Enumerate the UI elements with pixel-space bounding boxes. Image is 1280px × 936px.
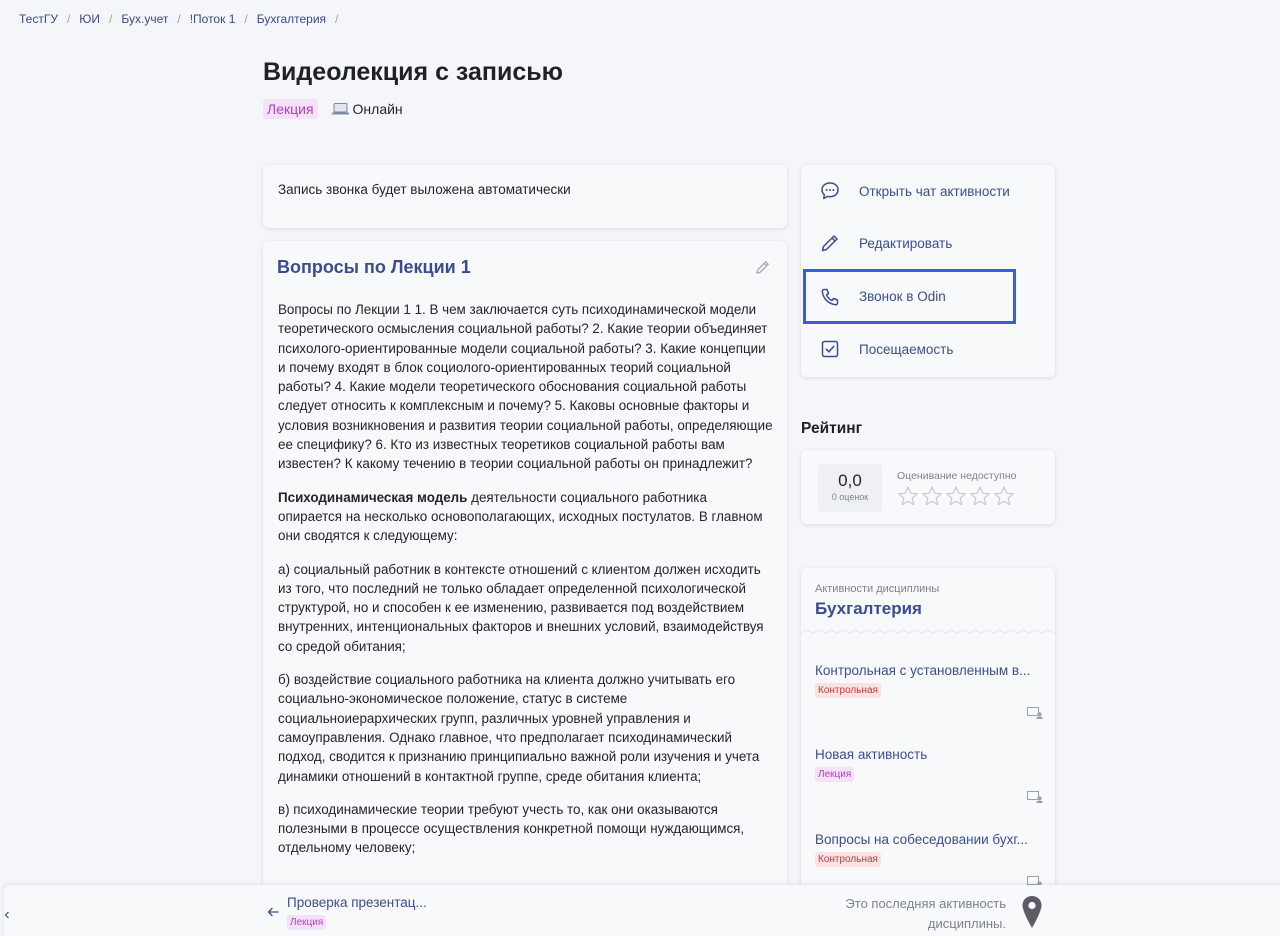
rating-card: 0,0 0 оценок Оценивание недоступно xyxy=(801,450,1055,524)
edit-label: Редактировать xyxy=(859,235,953,251)
content-body: Вопросы по Лекции 1 1. В чем заключается… xyxy=(278,300,774,872)
phone-icon xyxy=(821,288,839,305)
recording-notice: Запись звонка будет выложена автоматичес… xyxy=(278,182,571,197)
actions-card: Открыть чат активности Редактировать Зво… xyxy=(801,165,1055,377)
chevron-left-icon[interactable] xyxy=(4,911,10,919)
content-paragraph: в) психодинамические теории требуют учес… xyxy=(278,801,745,856)
breadcrumb-item[interactable]: ЮИ xyxy=(79,12,100,26)
map-pin-icon xyxy=(1022,896,1042,928)
discipline-activities-card: Активности дисциплины Бухгалтерия Контро… xyxy=(801,568,1055,898)
activity-tag: Контрольная xyxy=(815,852,881,867)
edit-button[interactable]: Редактировать xyxy=(801,217,1055,269)
content-paragraph: Психодинамическая модель деятельности со… xyxy=(278,488,774,546)
rating-count: 0 оценок xyxy=(831,492,869,502)
breadcrumb-item[interactable]: Бухгалтерия xyxy=(257,12,326,26)
breadcrumb-separator: / xyxy=(66,12,71,26)
previous-activity-link[interactable]: Проверка презентац... xyxy=(287,895,427,910)
content-paragraph: Вопросы по Лекции 1 1. В чем заключается… xyxy=(278,302,773,472)
activity-name: Вопросы на собеседовании бухг... xyxy=(815,832,1028,847)
breadcrumb-item[interactable]: !Поток 1 xyxy=(190,12,236,26)
star-icon xyxy=(994,486,1014,506)
activity-name: Новая активность xyxy=(815,747,928,762)
content-title: Вопросы по Лекции 1 xyxy=(277,257,471,277)
call-odin-button[interactable]: Звонок в Odin xyxy=(803,269,1016,324)
star-icon xyxy=(970,486,990,506)
previous-activity-tag: Лекция xyxy=(287,915,327,930)
star-icon xyxy=(922,486,942,506)
video-screen-icon xyxy=(1027,707,1043,719)
activity-type-tag: Лекция xyxy=(263,99,318,119)
breadcrumb-item[interactable]: Бух.учет xyxy=(121,12,168,26)
laptop-icon xyxy=(331,103,349,115)
activity-meta: Лекция Онлайн xyxy=(263,99,403,119)
open-chat-label: Открыть чат активности xyxy=(859,183,1010,199)
star-icon xyxy=(946,486,966,506)
activity-tag: Контрольная xyxy=(815,683,881,698)
discipline-activity-item[interactable]: Вопросы на собеседовании бухг... Контрол… xyxy=(815,832,1043,888)
bold-term: Психодинамическая модель xyxy=(278,489,468,505)
pencil-icon xyxy=(821,235,838,252)
discipline-subtitle: Активности дисциплины xyxy=(815,583,940,595)
rating-stars xyxy=(897,485,1015,507)
breadcrumb-separator: / xyxy=(335,12,339,26)
content-paragraph: а) социальный работник в контексте отнош… xyxy=(278,561,764,654)
arrow-left-icon[interactable] xyxy=(267,907,279,917)
attendance-button[interactable]: Посещаемость xyxy=(801,323,1055,375)
page-title: Видеолекция с записью xyxy=(263,58,564,86)
attendance-label: Посещаемость xyxy=(859,341,954,357)
video-screen-icon xyxy=(1027,791,1043,803)
chat-bubble-icon xyxy=(821,182,839,200)
breadcrumb-item[interactable]: ТестГУ xyxy=(19,12,58,26)
discipline-title[interactable]: Бухгалтерия xyxy=(815,599,922,619)
open-chat-button[interactable]: Открыть чат активности xyxy=(801,165,1055,217)
breadcrumb-separator: / xyxy=(177,12,181,26)
discipline-activity-item[interactable]: Контрольная с установленным в... Контрол… xyxy=(815,663,1043,719)
activity-navigation-bar: Проверка презентац... Лекция Это последн… xyxy=(4,885,1280,936)
score-box: 0,0 0 оценок xyxy=(818,464,882,512)
activity-tag: Лекция xyxy=(815,767,855,782)
breadcrumb: ТестГУ / ЮИ / Бух.учет / !Поток 1 / Бухг… xyxy=(19,12,347,26)
activity-name: Контрольная с установленным в... xyxy=(815,663,1031,678)
star-icon xyxy=(898,486,918,506)
rating-unavailable-note: Оценивание недоступно xyxy=(897,470,1017,482)
format-indicator: Онлайн xyxy=(331,101,403,117)
rating-title: Рейтинг xyxy=(801,420,863,437)
breadcrumb-separator: / xyxy=(244,12,248,26)
breadcrumb-separator: / xyxy=(109,12,113,26)
recording-notice-card: Запись звонка будет выложена автоматичес… xyxy=(263,165,787,228)
discipline-activity-item[interactable]: Новая активность Лекция xyxy=(815,747,1043,803)
call-odin-label: Звонок в Odin xyxy=(859,289,946,304)
edit-pencil-icon[interactable] xyxy=(754,259,771,276)
content-paragraph: б) воздействие социального работника на … xyxy=(278,672,760,784)
zigzag-divider xyxy=(801,629,1055,634)
rating-score: 0,0 xyxy=(838,471,862,490)
checkbox-icon xyxy=(821,340,839,358)
lecture-content-card: Вопросы по Лекции 1 Вопросы по Лекции 1 … xyxy=(263,241,787,901)
last-activity-note: Это последняя активность дисциплины. xyxy=(845,896,1006,931)
format-label: Онлайн xyxy=(352,101,403,117)
